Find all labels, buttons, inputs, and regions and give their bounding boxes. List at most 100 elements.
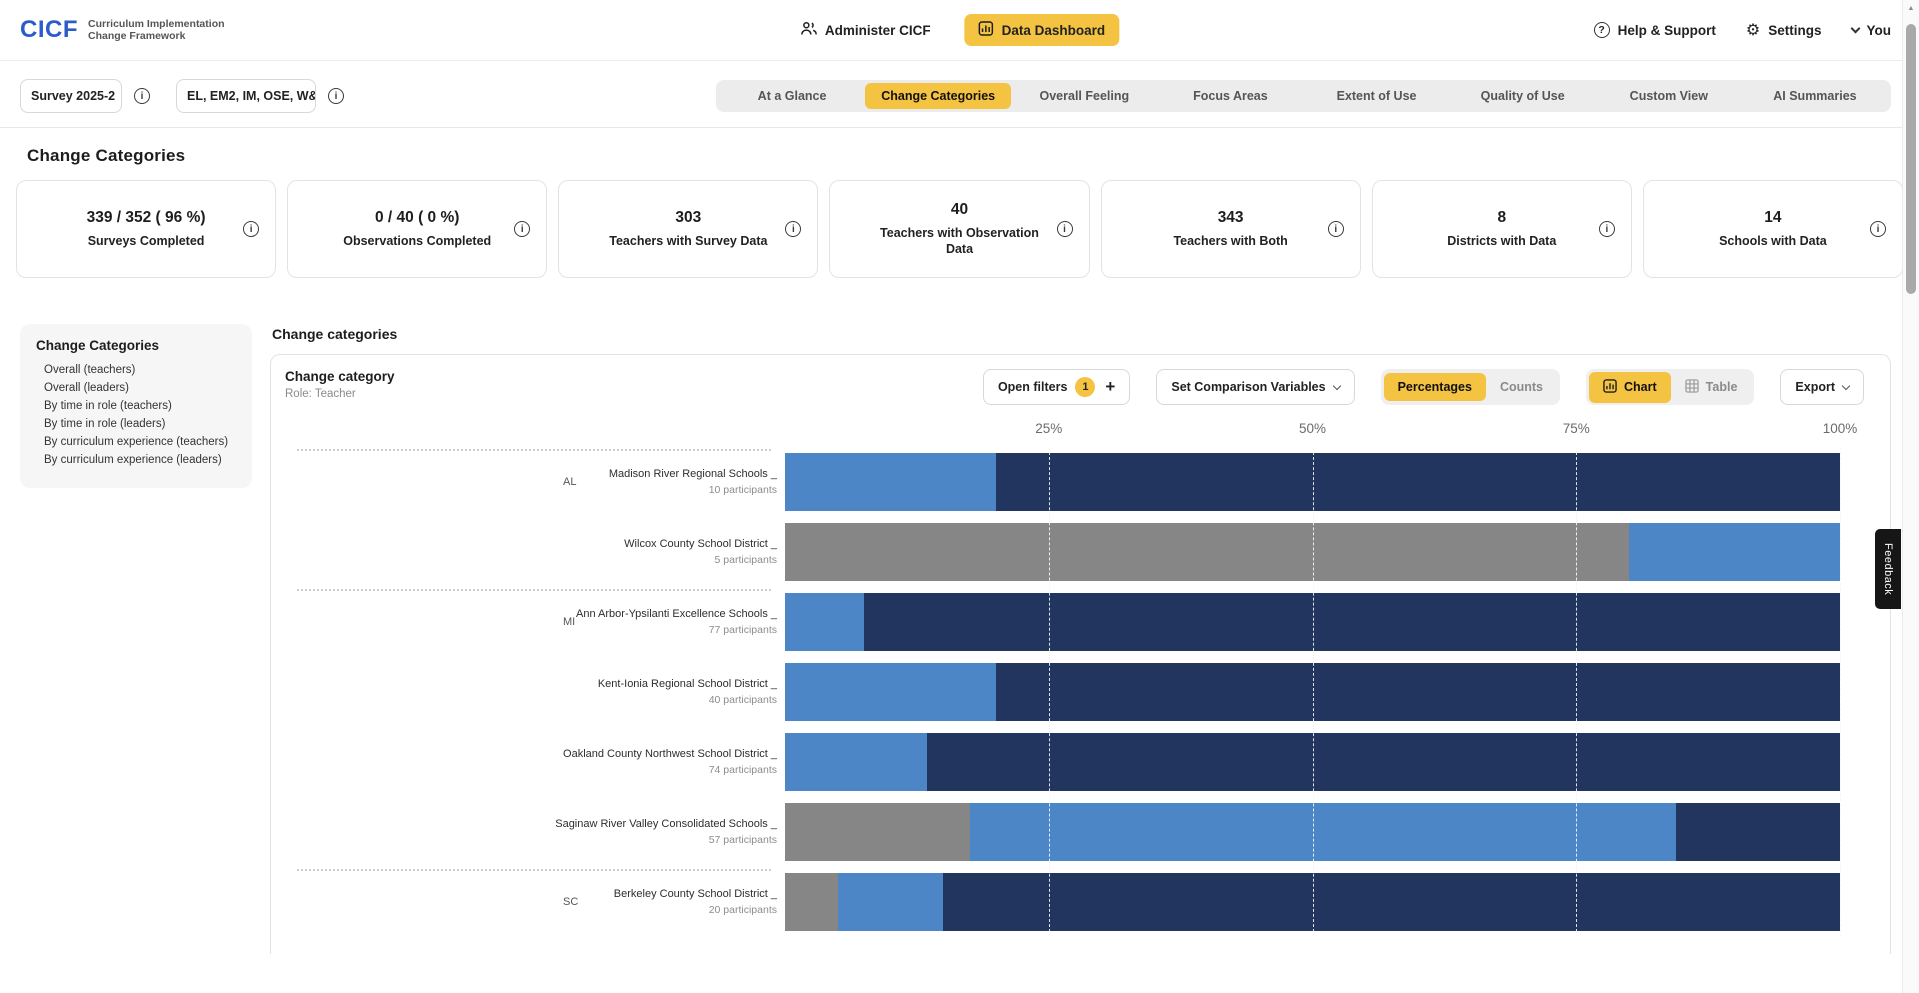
bar-segment-navy[interactable]	[943, 873, 1840, 931]
chart-view-toggle[interactable]: Chart	[1589, 372, 1671, 403]
percentages-toggle[interactable]: Percentages	[1384, 373, 1486, 401]
table-view-toggle[interactable]: Table	[1671, 372, 1752, 403]
help-support-link[interactable]: ? Help & Support	[1594, 22, 1716, 38]
info-icon[interactable]: i	[243, 221, 259, 237]
info-icon[interactable]: i	[1057, 221, 1073, 237]
stacked-bar-chart: 25%50%75%100% AL Madison River Regional S…	[285, 421, 1890, 937]
value-mode-toggle: Percentages Counts	[1381, 369, 1560, 405]
set-comparison-button[interactable]: Set Comparison Variables	[1156, 369, 1354, 405]
stat-card: 0 / 40 ( 0 %)Observations Completedi	[287, 180, 547, 278]
scrollbar-thumb[interactable]	[1906, 24, 1916, 294]
bar-segment-gray[interactable]	[785, 803, 970, 861]
district-name: Madison River Regional Schools _	[609, 468, 777, 480]
sidebar-item-by-curriculum-experience-teachers[interactable]: By curriculum experience (teachers)	[36, 433, 236, 451]
district-name: Kent-Ionia Regional School District _	[598, 678, 777, 690]
info-icon[interactable]: i	[1328, 221, 1344, 237]
row-label-column: Wilcox County School District _5 partici…	[285, 517, 785, 587]
tab-at-a-glance[interactable]: At a Glance	[719, 83, 865, 109]
bar-segment-lightblue[interactable]	[838, 873, 944, 931]
chart-icon	[979, 21, 994, 39]
stat-value: 343	[1218, 209, 1244, 227]
row-label-column: Kent-Ionia Regional School District _ 40 …	[285, 657, 785, 727]
chart-row-oakland-county-northwest-school-district: Oakland County Northwest School District…	[285, 727, 1890, 797]
settings-link[interactable]: ⚙ Settings	[1746, 22, 1822, 38]
sidebar-item-overall-leaders[interactable]: Overall (leaders)	[36, 379, 236, 397]
participants-count: 40 participants	[598, 694, 777, 706]
stacked-bar[interactable]	[785, 873, 1840, 931]
tab-focus-areas[interactable]: Focus Areas	[1157, 83, 1303, 109]
brand[interactable]: CICF Curriculum ImplementationChange Fra…	[20, 16, 225, 44]
bar-segment-navy[interactable]	[864, 593, 1840, 651]
stacked-bar[interactable]	[785, 663, 1840, 721]
sidebar-title: Change Categories	[36, 338, 236, 353]
tab-extent-of-use[interactable]: Extent of Use	[1304, 83, 1450, 109]
chart-row-wilcox-county-school-district: Wilcox County School District _5 partici…	[285, 517, 1890, 587]
chart-row-ann-arbor-ypsilanti-excellence-schools: MIAnn Arbor-Ypsilanti Excellence Schools…	[285, 587, 1890, 657]
sidebar-item-by-time-in-role-teachers[interactable]: By time in role (teachers)	[36, 397, 236, 415]
page-title: Change Categories	[0, 128, 1919, 180]
chart-x-axis: 25%50%75%100%	[785, 421, 1840, 447]
counts-toggle[interactable]: Counts	[1486, 373, 1557, 401]
table-icon	[1685, 379, 1699, 396]
chart-row-madison-river-regional-schools: AL Madison River Regional Schools _ 10 par…	[285, 447, 1890, 517]
scroll-up-icon[interactable]: ▲	[1903, 0, 1919, 12]
export-button[interactable]: Export	[1780, 369, 1864, 405]
stacked-bar[interactable]	[785, 453, 1840, 511]
chart-icon	[1603, 379, 1617, 396]
tab-overall-feeling[interactable]: Overall Feeling	[1011, 83, 1157, 109]
district-name: Oakland County Northwest School District…	[563, 748, 777, 760]
add-filter-icon[interactable]: +	[1105, 377, 1115, 397]
stat-label: Observations Completed	[343, 233, 491, 249]
bar-segment-navy[interactable]	[996, 453, 1840, 511]
bar-segment-gray[interactable]	[785, 523, 1629, 581]
bar-segment-lightblue[interactable]	[1629, 523, 1840, 581]
nav-data-dashboard[interactable]: Data Dashboard	[965, 14, 1120, 46]
participants-count: 10 participants	[609, 484, 777, 496]
info-icon[interactable]: i	[1599, 221, 1615, 237]
open-filters-button[interactable]: Open filters 1 +	[983, 369, 1130, 405]
state-label: AL	[563, 476, 576, 488]
sidebar-item-by-curriculum-experience-leaders[interactable]: By curriculum experience (leaders)	[36, 451, 236, 469]
survey-select[interactable]: Survey 2025-2	[20, 79, 122, 113]
section-heading: Change categories	[272, 326, 1891, 342]
stacked-bar[interactable]	[785, 733, 1840, 791]
stat-card: 339 / 352 ( 96 %)Surveys Completedi	[16, 180, 276, 278]
stacked-bar[interactable]	[785, 593, 1840, 651]
sidebar-item-by-time-in-role-leaders[interactable]: By time in role (leaders)	[36, 415, 236, 433]
tab-quality-of-use[interactable]: Quality of Use	[1450, 83, 1596, 109]
panel-role: Role: Teacher	[285, 388, 395, 400]
row-label-column: AL Madison River Regional Schools _ 10 par…	[285, 447, 785, 517]
axis-tick-label: 75%	[1563, 421, 1590, 436]
filter-count-badge: 1	[1075, 377, 1095, 397]
nav-administer-cicf[interactable]: Administer CICF	[800, 21, 931, 39]
tab-change-categories[interactable]: Change Categories	[865, 83, 1011, 109]
feedback-tab[interactable]: Feedback	[1875, 529, 1901, 609]
user-menu[interactable]: You	[1852, 23, 1892, 38]
sidebar-item-overall-teachers[interactable]: Overall (teachers)	[36, 361, 236, 379]
bar-segment-lightblue[interactable]	[970, 803, 1677, 861]
curricula-info-icon[interactable]: i	[328, 88, 344, 104]
participants-count: 77 participants	[576, 624, 777, 636]
row-label-column: Oakland County Northwest School District…	[285, 727, 785, 797]
survey-info-icon[interactable]: i	[134, 88, 150, 104]
tab-custom-view[interactable]: Custom View	[1596, 83, 1742, 109]
tab-ai-summaries[interactable]: AI Summaries	[1742, 83, 1888, 109]
dashboard-tabbar: At a GlanceChange CategoriesOverall Feel…	[716, 80, 1891, 112]
stat-label: Schools with Data	[1719, 233, 1827, 249]
page-scrollbar[interactable]: ▲	[1902, 0, 1919, 993]
bar-segment-lightblue[interactable]	[785, 733, 927, 791]
bar-segment-lightblue[interactable]	[785, 593, 864, 651]
stacked-bar[interactable]	[785, 803, 1840, 861]
stat-card: 303Teachers with Survey Datai	[558, 180, 818, 278]
curricula-select[interactable]: EL, EM2, IM, OSE, W&W	[176, 79, 316, 113]
bar-segment-lightblue[interactable]	[785, 453, 996, 511]
bar-segment-navy[interactable]	[1676, 803, 1840, 861]
bar-segment-navy[interactable]	[996, 663, 1840, 721]
stacked-bar[interactable]	[785, 523, 1840, 581]
bar-segment-lightblue[interactable]	[785, 663, 996, 721]
bar-segment-gray[interactable]	[785, 873, 838, 931]
info-icon[interactable]: i	[514, 221, 530, 237]
info-icon[interactable]: i	[785, 221, 801, 237]
bar-segment-navy[interactable]	[927, 733, 1840, 791]
info-icon[interactable]: i	[1870, 221, 1886, 237]
